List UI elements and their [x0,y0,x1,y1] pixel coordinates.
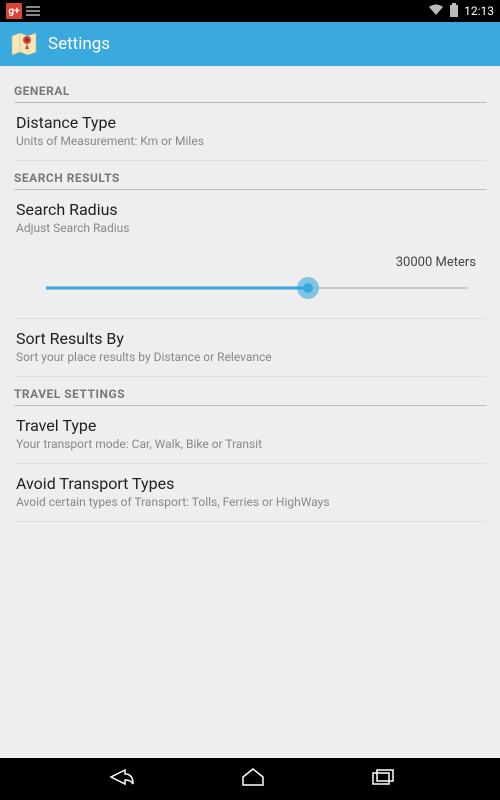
action-bar: Settings [0,22,500,66]
pref-title: Search Radius [16,200,484,219]
gplus-notification-icon: g+ [6,3,22,19]
status-bar: g+ 12:13 [0,0,500,22]
back-button[interactable] [105,767,135,791]
pref-summary: Your transport mode: Car, Walk, Bike or … [16,437,484,451]
app-map-icon [10,30,38,58]
pref-title: Avoid Transport Types [16,474,484,493]
pref-summary: Units of Measurement: Km or Miles [16,134,484,148]
wifi-icon [428,4,444,19]
slider-thumb[interactable] [297,277,319,299]
home-button[interactable] [240,767,266,791]
page-title: Settings [48,34,110,54]
section-header-general: GENERAL [14,84,486,103]
section-header-travel-settings: TRAVEL SETTINGS [14,387,486,406]
search-radius-slider-row: 30000 Meters [14,247,486,319]
recent-apps-button[interactable] [371,768,395,790]
pref-search-radius[interactable]: Search Radius Adjust Search Radius [14,190,486,247]
pref-avoid-transport-types[interactable]: Avoid Transport Types Avoid certain type… [14,464,486,522]
pref-summary: Adjust Search Radius [16,221,484,235]
pref-title: Sort Results By [16,329,484,348]
slider-value-label: 30000 Meters [16,255,484,270]
notification-icon [26,4,40,18]
status-time: 12:13 [464,4,494,18]
pref-sort-results-by[interactable]: Sort Results By Sort your place results … [14,319,486,377]
pref-travel-type[interactable]: Travel Type Your transport mode: Car, Wa… [14,406,486,464]
battery-icon [450,3,458,20]
slider-fill [46,287,308,290]
pref-title: Distance Type [16,113,484,132]
navigation-bar [0,758,500,800]
section-header-search-results: SEARCH RESULTS [14,171,486,190]
settings-list: GENERAL Distance Type Units of Measureme… [0,66,500,522]
pref-distance-type[interactable]: Distance Type Units of Measurement: Km o… [14,103,486,161]
pref-title: Travel Type [16,416,484,435]
pref-summary: Sort your place results by Distance or R… [16,350,484,364]
pref-summary: Avoid certain types of Transport: Tolls,… [16,495,484,509]
search-radius-slider[interactable] [46,276,468,300]
